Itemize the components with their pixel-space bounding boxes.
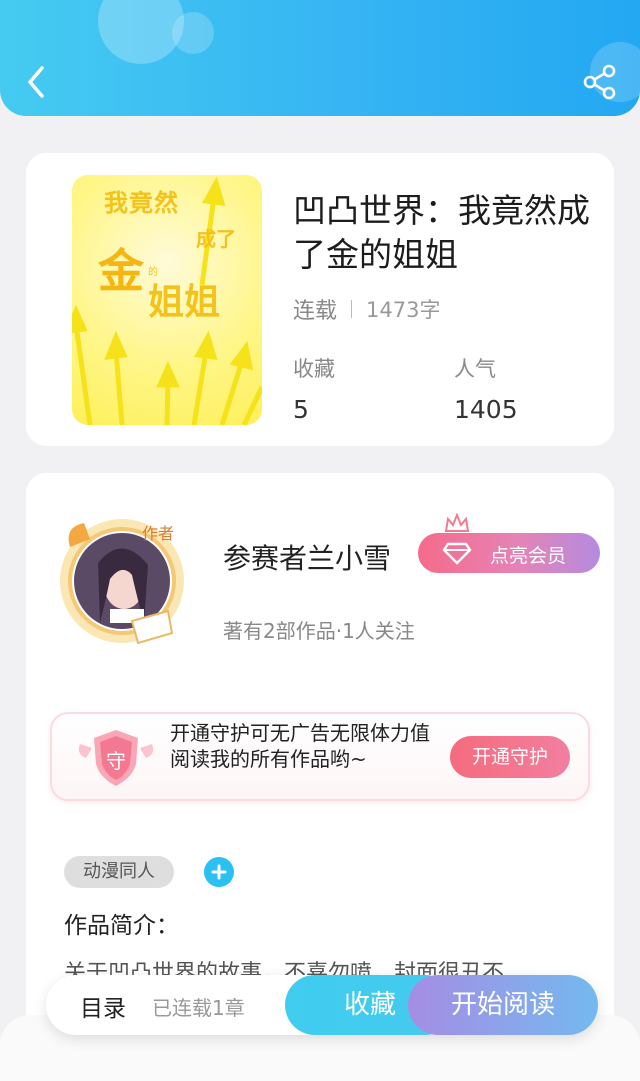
toc-button[interactable]: 目录 — [80, 989, 126, 1023]
popularity-value: 1405 — [454, 395, 518, 424]
book-meta: 连载 1473字 — [293, 293, 440, 325]
favorites-value: 5 — [293, 395, 309, 424]
open-guard-button[interactable]: 开通守护 — [450, 736, 570, 778]
top-header — [0, 0, 640, 116]
cover-text: 成了 — [196, 227, 236, 251]
back-button[interactable] — [18, 62, 54, 102]
share-icon — [583, 64, 616, 100]
word-count: 1473字 — [366, 298, 441, 322]
author-avatar-image: 作者 — [60, 519, 184, 645]
share-button[interactable] — [580, 62, 620, 102]
author-name[interactable]: 参赛者兰小雪 — [223, 537, 391, 577]
add-tag-button[interactable] — [204, 857, 234, 887]
favorites-label: 收藏 — [293, 357, 335, 381]
book-title: 凹凸世界：我竟然成了金的姐姐 — [293, 191, 590, 274]
decor-bubble — [172, 12, 214, 54]
avatar[interactable]: 作者 — [40, 503, 210, 663]
vip-label: 点亮会员 — [490, 545, 567, 567]
guard-promo: 守 开通守护可无广告无限体力值阅读我的所有作品哟~ 开通守护 — [50, 712, 590, 801]
cover-text: 金 — [98, 244, 144, 298]
author-stats: 著有2部作品·1人关注 — [223, 619, 415, 643]
author-badge-text: 作者 — [142, 524, 174, 543]
popularity-label: 人气 — [454, 357, 496, 381]
divider — [351, 300, 353, 318]
book-status: 连载 — [293, 299, 338, 324]
shield-text: 守 — [106, 749, 126, 773]
vip-button[interactable]: 点亮会员 — [418, 533, 600, 573]
diamond-icon — [442, 542, 472, 565]
chapter-count: 已连载1章 — [152, 996, 245, 1020]
cover-text: 姐姐 — [148, 282, 221, 323]
book-cover[interactable]: 我竟然 成了 金 的 姐姐 — [72, 175, 262, 425]
crown-icon — [444, 513, 470, 532]
guard-message: 开通守护可无广告无限体力值阅读我的所有作品哟~ — [170, 721, 430, 771]
start-reading-button[interactable]: 开始阅读 — [408, 975, 598, 1035]
chevron-left-icon — [28, 66, 44, 98]
intro-label: 作品简介： — [64, 913, 179, 939]
bottom-action-bar: 目录 已连载1章 收藏 开始阅读 — [46, 975, 598, 1035]
cover-text: 我竟然 — [104, 189, 179, 217]
book-info-card: 我竟然 成了 金 的 姐姐 凹凸世界：我竟然成了金的姐姐 连载 1473字 收藏… — [26, 153, 614, 446]
plus-icon — [211, 864, 227, 880]
genre-tag[interactable]: 动漫同人 — [64, 856, 174, 888]
shield-icon: 守 — [78, 730, 154, 786]
